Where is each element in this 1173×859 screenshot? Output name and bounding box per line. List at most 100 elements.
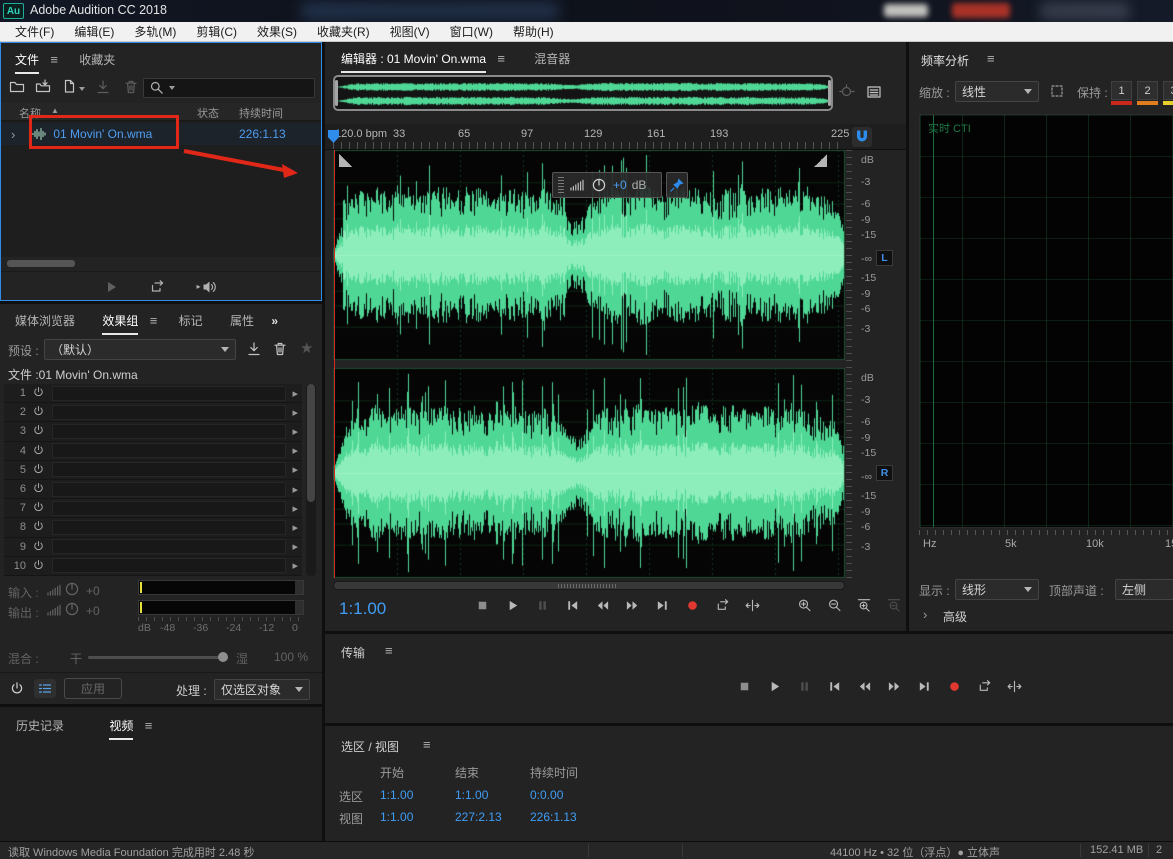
advanced-label[interactable]: 高级 (943, 608, 967, 625)
import-file-icon[interactable] (35, 79, 51, 95)
rewind-button[interactable] (853, 676, 875, 696)
tab-media-browser[interactable]: 媒体浏览器 (15, 314, 75, 328)
slot-effect-field[interactable] (52, 539, 286, 554)
zoom-out-button[interactable] (823, 595, 845, 615)
hud-drag-grip[interactable] (558, 177, 564, 193)
output-gain-knob[interactable] (64, 601, 80, 617)
menu-item[interactable]: 收藏夹(R) (308, 22, 379, 41)
channel-left-badge[interactable]: L (876, 250, 893, 266)
fade-out-handle[interactable] (814, 154, 827, 167)
slot-effect-field[interactable] (52, 462, 286, 477)
tab-favorites[interactable]: 收藏夹 (79, 53, 115, 67)
selection-time-value[interactable]: 226:1.13 (530, 810, 577, 824)
display-dropdown[interactable]: 线形 (955, 579, 1039, 600)
volume-hud[interactable]: +0 dB (552, 172, 662, 198)
snap-magnet-button[interactable] (852, 127, 872, 147)
slot-arrow-icon[interactable]: ▸ (292, 502, 298, 515)
tab-history[interactable]: 历史记录 (16, 719, 64, 733)
delete-preset-icon[interactable] (272, 341, 288, 357)
stop-button[interactable] (471, 595, 493, 615)
slot-effect-field[interactable] (52, 520, 286, 535)
effects-vscrollbar[interactable] (306, 384, 316, 576)
slot-effect-field[interactable] (52, 501, 286, 516)
slot-effect-field[interactable] (52, 386, 286, 401)
editor-hscrollbar[interactable] (333, 581, 845, 590)
slot-arrow-icon[interactable]: ▸ (292, 463, 298, 476)
zoom-full-icon[interactable] (839, 84, 855, 100)
hud-pin-button[interactable] (666, 172, 688, 198)
advanced-chevron-icon[interactable]: › (923, 607, 927, 622)
slot-effect-field[interactable] (52, 558, 286, 573)
skip-to-start-button[interactable] (823, 676, 845, 696)
editor-options-icon[interactable] (865, 83, 883, 101)
skip-to-end-button[interactable] (913, 676, 935, 696)
effect-slot-row[interactable]: 9▸ (4, 538, 302, 557)
preset-dropdown[interactable]: （默认） (44, 339, 236, 360)
menu-item[interactable]: 编辑(E) (65, 22, 123, 41)
slot-power-icon[interactable] (32, 501, 46, 515)
panel-menu-icon[interactable]: ≡ (150, 313, 158, 328)
new-content-caret[interactable] (79, 87, 85, 91)
auto-play-speaker-button[interactable]: ▸ (192, 277, 222, 297)
expand-chevron-icon[interactable]: › (11, 127, 15, 142)
slot-arrow-icon[interactable]: ▸ (292, 387, 298, 400)
panel-menu-icon[interactable]: ≡ (385, 643, 393, 658)
selection-time-value[interactable]: 1:1.00 (380, 788, 413, 802)
record-button[interactable] (943, 676, 965, 696)
menu-item[interactable]: 帮助(H) (504, 22, 563, 41)
slot-power-icon[interactable] (32, 540, 46, 554)
loop-playback-button[interactable] (711, 595, 733, 615)
selection-time-value[interactable]: 1:1.00 (380, 810, 413, 824)
slot-effect-field[interactable] (52, 424, 286, 439)
hold-button-3[interactable]: 3 (1163, 81, 1173, 100)
favorite-star-icon[interactable]: ★ (300, 339, 313, 357)
skip-to-start-button[interactable] (561, 595, 583, 615)
frequency-graph[interactable]: 实时 CTI (919, 114, 1173, 528)
rack-list-toggle-button[interactable] (34, 679, 56, 698)
tab-editor[interactable]: 编辑器 : 01 Movin' On.wma (341, 52, 486, 66)
scale-dropdown[interactable]: 线性 (955, 81, 1039, 102)
menu-item[interactable]: 剪辑(C) (187, 22, 246, 41)
process-dropdown[interactable]: 仅选区对象 (214, 679, 310, 700)
menu-item[interactable]: 窗口(W) (441, 22, 502, 41)
tab-video[interactable]: 视频 (109, 719, 133, 733)
open-file-icon[interactable] (9, 79, 25, 95)
panel-menu-icon[interactable]: ≡ (145, 718, 153, 733)
hud-gain-value[interactable]: +0 (613, 178, 627, 192)
zoom-in-selection-button[interactable] (853, 595, 875, 615)
selection-time-value[interactable]: 0:0.00 (530, 788, 563, 802)
slot-power-icon[interactable] (32, 444, 46, 458)
effect-slot-row[interactable]: 6▸ (4, 480, 302, 499)
slot-arrow-icon[interactable]: ▸ (292, 425, 298, 438)
effect-slot-row[interactable]: 10▸ (4, 557, 302, 576)
slot-power-icon[interactable] (32, 559, 46, 573)
navigator-left-handle[interactable] (335, 80, 338, 106)
slot-arrow-icon[interactable]: ▸ (292, 483, 298, 496)
panel-menu-icon[interactable]: ≡ (497, 51, 505, 66)
skip-selection-button[interactable] (741, 595, 763, 615)
effect-slot-row[interactable]: 7▸ (4, 499, 302, 518)
fade-in-handle[interactable] (339, 154, 352, 167)
effect-slot-row[interactable]: 4▸ (4, 442, 302, 461)
slot-arrow-icon[interactable]: ▸ (292, 521, 298, 534)
play-button[interactable] (763, 676, 785, 696)
menu-item[interactable]: 文件(F) (6, 22, 63, 41)
channel-right-badge[interactable]: R (876, 465, 893, 481)
time-display[interactable]: 1:1.00 (339, 599, 386, 619)
tab-files[interactable]: 文件 (15, 53, 39, 67)
mix-slider[interactable] (88, 656, 228, 659)
loop-playback-button[interactable] (973, 676, 995, 696)
timeline-ruler[interactable]: 120.0 bpm 336597129161193225 (325, 124, 906, 150)
slot-power-icon[interactable] (32, 520, 46, 534)
panel-menu-icon[interactable]: ≡ (423, 737, 431, 752)
preview-loop-button[interactable] (146, 277, 168, 297)
tab-effects-rack[interactable]: 效果组 (102, 314, 138, 328)
slot-power-icon[interactable] (32, 424, 46, 438)
slot-power-icon[interactable] (32, 463, 46, 477)
tab-properties[interactable]: 属性 (230, 314, 254, 328)
hold-button-2[interactable]: 2 (1137, 81, 1158, 100)
effect-slot-row[interactable]: 8▸ (4, 518, 302, 537)
effect-slot-row[interactable]: 3▸ (4, 422, 302, 441)
top-channel-dropdown[interactable]: 左侧 (1115, 579, 1173, 600)
tab-markers[interactable]: 标记 (179, 314, 203, 328)
